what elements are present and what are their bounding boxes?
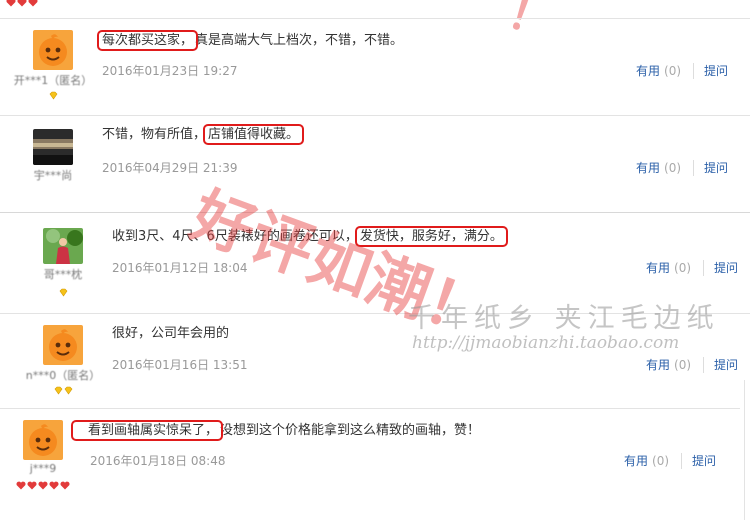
- avatar[interactable]: [33, 129, 73, 165]
- user-rank: [20, 288, 106, 298]
- diamond-icon: [59, 288, 67, 297]
- review-content: 收到3尺、4尺、6尺装裱好的画卷还可以， 发货快，服务好，满分。: [112, 226, 508, 247]
- review-content: 每次都买这家， 真是高端大气上档次，不错，不错。: [96, 30, 404, 51]
- separator: [693, 62, 695, 79]
- useful-button[interactable]: 有用: [646, 259, 670, 276]
- default-avatar-icon: [23, 420, 63, 460]
- review-text: 真是高端大气上档次，不错，不错。: [195, 33, 404, 48]
- user-info: 哥***枕: [20, 228, 106, 298]
- review-date: 2016年01月18日 08:48: [90, 454, 226, 468]
- review-content: 不错，物有所值， 店铺值得收藏。: [102, 124, 305, 145]
- highlighted-phrase: 看到画轴属实惊呆了，: [70, 420, 224, 441]
- user-rank: [10, 91, 96, 101]
- useful-button[interactable]: 有用: [624, 452, 648, 469]
- default-avatar-icon: [43, 325, 83, 365]
- review-item: 开***1（匿名） 每次都买这家， 真是高端大气上档次，不错，不错。 2016年0…: [0, 18, 750, 115]
- heart-icon: [49, 481, 59, 490]
- review-item: 哥***枕 收到3尺、4尺、6尺装裱好的画卷还可以， 发货快，服务好，满分。 20…: [0, 212, 750, 313]
- separator: [703, 356, 705, 373]
- default-avatar-icon: [33, 30, 73, 70]
- review-text: 收到3尺、4尺、6尺装裱好的画卷还可以，: [112, 229, 358, 244]
- review-actions: 有用 (0) 提问: [636, 159, 728, 176]
- ask-button[interactable]: 提问: [714, 356, 738, 373]
- username: j***9: [29, 462, 57, 475]
- useful-button[interactable]: 有用: [636, 62, 660, 79]
- user-rank: [20, 386, 106, 396]
- highlighted-phrase: 每次都买这家，: [96, 30, 199, 51]
- avatar[interactable]: [23, 420, 63, 460]
- user-rank: [0, 481, 86, 491]
- review-text: 很好，公司年会用的: [112, 326, 230, 341]
- useful-count: (0): [664, 63, 682, 78]
- review-list: ！ 开***1（匿名） 每次都买这家， 真是高端大气上档次，不错，不错。 201…: [0, 0, 750, 520]
- user-info: 宇***尚: [10, 129, 96, 183]
- diamond-icon: [64, 386, 72, 395]
- separator: [693, 159, 695, 176]
- separator: [681, 452, 683, 469]
- photo-avatar-icon: [43, 228, 83, 264]
- ask-button[interactable]: 提问: [704, 62, 728, 79]
- useful-count: (0): [652, 453, 670, 468]
- review-item: n***0（匿名） 很好，公司年会用的 2016年01月16日 13:51 有用…: [0, 313, 750, 408]
- review-item: 宇***尚 不错，物有所值， 店铺值得收藏。 2016年04月29日 21:39 …: [0, 115, 750, 212]
- user-info: 开***1（匿名）: [10, 30, 96, 101]
- useful-count: (0): [674, 260, 692, 275]
- review-text: 没想到这个价格能拿到这么精致的画轴，赞！: [220, 423, 481, 438]
- avatar[interactable]: [43, 228, 83, 264]
- useful-button[interactable]: 有用: [636, 159, 660, 176]
- review-content: 看到画轴属实惊呆了， 没想到这个价格能拿到这么精致的画轴，赞！: [70, 420, 481, 441]
- landscape-avatar-icon: [33, 129, 73, 165]
- review-actions: 有用 (0) 提问: [624, 452, 716, 469]
- review-item: j***9 看到画轴属实惊呆了， 没想到这个价格能拿到这么精致的画轴，赞！ 201…: [0, 408, 750, 520]
- highlighted-phrase: 发货快，服务好，满分。: [354, 226, 508, 247]
- review-date: 2016年01月12日 18:04: [112, 261, 248, 275]
- ask-button[interactable]: 提问: [692, 452, 716, 469]
- diamond-icon: [54, 386, 62, 395]
- avatar[interactable]: [43, 325, 83, 365]
- review-date: 2016年01月23日 19:27: [102, 64, 238, 78]
- useful-count: (0): [674, 357, 692, 372]
- review-date: 2016年01月16日 13:51: [112, 358, 248, 372]
- user-info: n***0（匿名）: [20, 325, 106, 396]
- useful-button[interactable]: 有用: [646, 356, 670, 373]
- review-actions: 有用 (0) 提问: [646, 356, 738, 373]
- username: 宇***尚: [33, 169, 73, 182]
- heart-icon: [60, 481, 70, 490]
- review-actions: 有用 (0) 提问: [646, 259, 738, 276]
- useful-count: (0): [664, 160, 682, 175]
- heart-icon: [38, 481, 48, 490]
- heart-icon: [27, 481, 37, 490]
- highlighted-phrase: 店铺值得收藏。: [203, 124, 305, 145]
- ask-button[interactable]: 提问: [714, 259, 738, 276]
- username: 开***1（匿名）: [13, 74, 93, 87]
- heart-icon: [16, 481, 26, 490]
- review-date: 2016年04月29日 21:39: [102, 161, 238, 175]
- separator: [703, 259, 705, 276]
- user-rank-hearts: [6, 0, 38, 7]
- review-content: 很好，公司年会用的: [112, 325, 229, 343]
- review-text: 不错，物有所值，: [102, 127, 207, 142]
- review-actions: 有用 (0) 提问: [636, 62, 728, 79]
- avatar[interactable]: [33, 30, 73, 70]
- ask-button[interactable]: 提问: [704, 159, 728, 176]
- username: n***0（匿名）: [25, 369, 101, 382]
- diamond-icon: [49, 91, 57, 100]
- username: 哥***枕: [43, 268, 83, 281]
